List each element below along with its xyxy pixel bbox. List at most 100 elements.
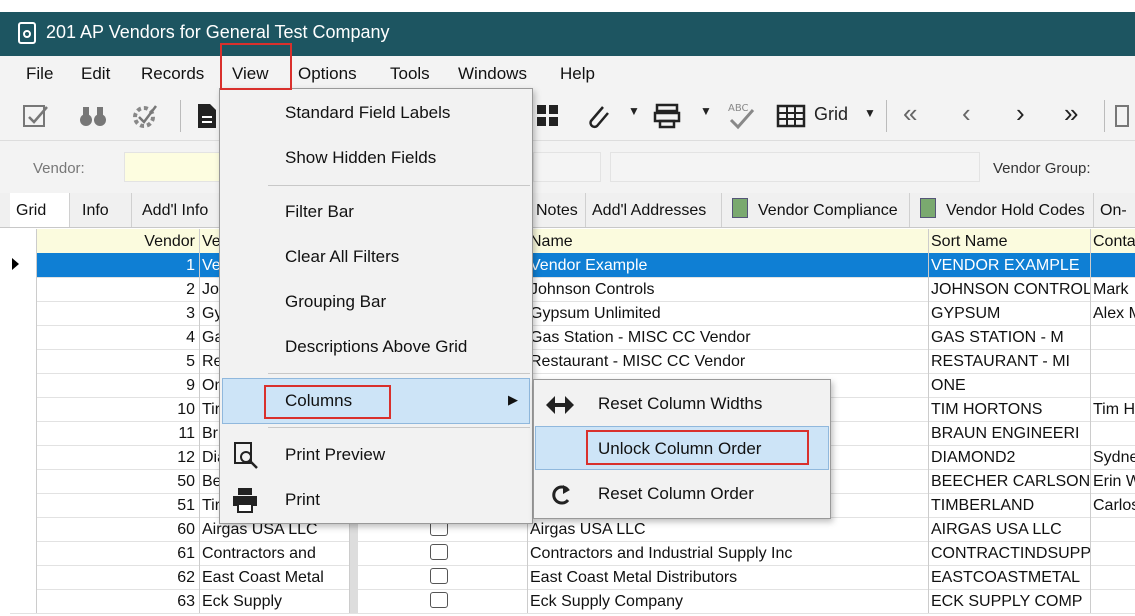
edit-check-icon[interactable] (22, 102, 50, 130)
cell-name[interactable]: Airgas USA LLC (528, 517, 929, 541)
row-checkbox[interactable] (430, 568, 448, 584)
next-record-icon[interactable]: › (1016, 98, 1025, 129)
cell-num[interactable]: 9 (37, 373, 200, 397)
cell-num[interactable]: 60 (37, 517, 200, 541)
grid-table-icon[interactable] (776, 103, 806, 129)
checkbox-cell[interactable] (358, 589, 528, 613)
cell-contact[interactable] (1091, 253, 1135, 277)
cell-contact[interactable]: Sydne (1091, 445, 1135, 469)
more-toolbar-icon[interactable] (1114, 104, 1130, 128)
cell-num[interactable]: 5 (37, 349, 200, 373)
tab-addl-addresses[interactable]: Add'l Addresses (586, 193, 722, 227)
table-row[interactable]: 4 Ga Gas Station - MISC CC Vendor GAS STATI… (10, 325, 1135, 350)
print-dropdown-icon[interactable]: ▼ (700, 104, 712, 118)
table-row[interactable]: 2 Jo Johnson Controls JOHNSON CONTROL Mark (10, 277, 1135, 302)
cell-short[interactable]: Contractors and (200, 541, 350, 565)
settings-check-icon[interactable] (130, 102, 160, 130)
previous-record-icon[interactable]: ‹ (962, 98, 971, 129)
vendor-filter-input[interactable] (124, 152, 220, 182)
row-checkbox[interactable] (430, 544, 448, 560)
cell-name[interactable]: Eck Supply Company (528, 589, 929, 613)
table-row[interactable]: 3GyGypsum UnlimitedGYPSUMAlex M (10, 301, 1135, 326)
attachment-dropdown-icon[interactable]: ▼ (628, 104, 640, 118)
cell-sort[interactable]: ONE (929, 373, 1091, 397)
menu-reset-column-order[interactable]: Reset Column Order (598, 484, 754, 504)
menu-file[interactable]: File (26, 64, 53, 84)
cell-contact[interactable] (1091, 517, 1135, 541)
menu-clear-all-filters[interactable]: Clear All Filters (285, 247, 399, 267)
cell-short[interactable]: East Coast Metal (200, 565, 350, 589)
cell-contact[interactable] (1091, 421, 1135, 445)
last-record-icon[interactable]: » (1064, 98, 1078, 129)
cell-num[interactable]: 3 (37, 301, 200, 325)
cell-sort[interactable]: JOHNSON CONTROL (929, 277, 1091, 301)
cell-short[interactable]: Eck Supply (200, 589, 350, 613)
checkbox-cell[interactable] (358, 565, 528, 589)
cell-name[interactable]: Restaurant - MISC CC Vendor (528, 349, 929, 373)
tab-vendor-compliance[interactable]: Vendor Compliance (722, 193, 910, 227)
cell-num[interactable]: 12 (37, 445, 200, 469)
cell-sort[interactable]: EASTCOASTMETAL (929, 565, 1091, 589)
tab-notes[interactable]: Notes (530, 193, 586, 227)
menu-print[interactable]: Print (285, 490, 320, 510)
table-row[interactable]: 1 Ve Vendor Example VENDOR EXAMPLE (10, 253, 1135, 278)
cell-sort[interactable]: CONTRACTINDSUPP (929, 541, 1091, 565)
cell-sort[interactable]: RESTAURANT - MI (929, 349, 1091, 373)
cell-contact[interactable]: Erin W (1091, 469, 1135, 493)
table-row[interactable]: 62 East Coast Metal East Coast Metal Distr… (10, 565, 1135, 590)
menu-help[interactable]: Help (560, 64, 595, 84)
tab-grid[interactable]: Grid (10, 193, 70, 227)
cell-name[interactable]: Johnson Controls (528, 277, 929, 301)
menu-reset-column-widths[interactable]: Reset Column Widths (598, 394, 762, 414)
menu-tools[interactable]: Tools (390, 64, 430, 84)
cell-num[interactable]: 61 (37, 541, 200, 565)
cell-name[interactable]: Gypsum Unlimited (528, 301, 929, 325)
header-sort-name[interactable]: Sort Name (929, 229, 1091, 253)
cell-num[interactable]: 51 (37, 493, 200, 517)
spellcheck-icon[interactable]: ABC (726, 100, 756, 132)
cell-num[interactable]: 50 (37, 469, 200, 493)
cell-num[interactable]: 10 (37, 397, 200, 421)
cell-contact[interactable] (1091, 589, 1135, 613)
cell-contact[interactable]: Carlos (1091, 493, 1135, 517)
table-row[interactable]: 61 Contractors and Contractors and Industr… (10, 541, 1135, 566)
table-row[interactable]: 60 Airgas USA LLC Airgas USA LLC AIRGAS USA… (10, 517, 1135, 542)
menu-show-hidden-fields[interactable]: Show Hidden Fields (285, 148, 436, 168)
cell-contact[interactable] (1091, 373, 1135, 397)
table-row[interactable]: 5 Re Restaurant - MISC CC Vendor RESTAURANT… (10, 349, 1135, 374)
cell-contact[interactable] (1091, 541, 1135, 565)
filter-input-2[interactable] (533, 152, 601, 182)
binoculars-icon[interactable] (78, 102, 108, 130)
cell-contact[interactable] (1091, 349, 1135, 373)
cell-sort[interactable]: BRAUN ENGINEERI (929, 421, 1091, 445)
cell-sort[interactable]: TIM HORTONS (929, 397, 1091, 421)
grid-label[interactable]: Grid (814, 104, 848, 125)
menu-edit[interactable]: Edit (81, 64, 110, 84)
cell-num[interactable]: 4 (37, 325, 200, 349)
cell-num[interactable]: 62 (37, 565, 200, 589)
cell-contact[interactable] (1091, 325, 1135, 349)
header-name[interactable]: Name (528, 229, 929, 253)
cell-sort[interactable]: ECK SUPPLY COMP (929, 589, 1091, 613)
tab-info[interactable]: Info (70, 193, 132, 227)
menu-windows[interactable]: Windows (458, 64, 527, 84)
header-vendor[interactable]: Vendor (37, 229, 200, 253)
cell-sort[interactable]: AIRGAS USA LLC (929, 517, 1091, 541)
menu-standard-field-labels[interactable]: Standard Field Labels (285, 103, 450, 123)
menu-options[interactable]: Options (298, 64, 357, 84)
checkbox-cell[interactable] (358, 541, 528, 565)
cell-num[interactable]: 2 (37, 277, 200, 301)
cell-name[interactable]: Contractors and Industrial Supply Inc (528, 541, 929, 565)
cell-contact[interactable]: Mark (1091, 277, 1135, 301)
tab-addl-info[interactable]: Add'l Info (132, 193, 222, 227)
cell-contact[interactable]: Tim H (1091, 397, 1135, 421)
cell-name[interactable]: East Coast Metal Distributors (528, 565, 929, 589)
grid-dropdown-icon[interactable]: ▼ (864, 106, 876, 120)
document-icon[interactable] (196, 102, 218, 130)
cell-sort[interactable]: TIMBERLAND (929, 493, 1091, 517)
filter-input-3[interactable] (610, 152, 980, 182)
first-record-icon[interactable]: « (903, 98, 917, 129)
table-row[interactable]: 63 Eck Supply Eck Supply Company ECK SUPPLY… (10, 589, 1135, 614)
menu-filter-bar[interactable]: Filter Bar (285, 202, 354, 222)
tab-on-c[interactable]: On-C (1094, 193, 1135, 255)
